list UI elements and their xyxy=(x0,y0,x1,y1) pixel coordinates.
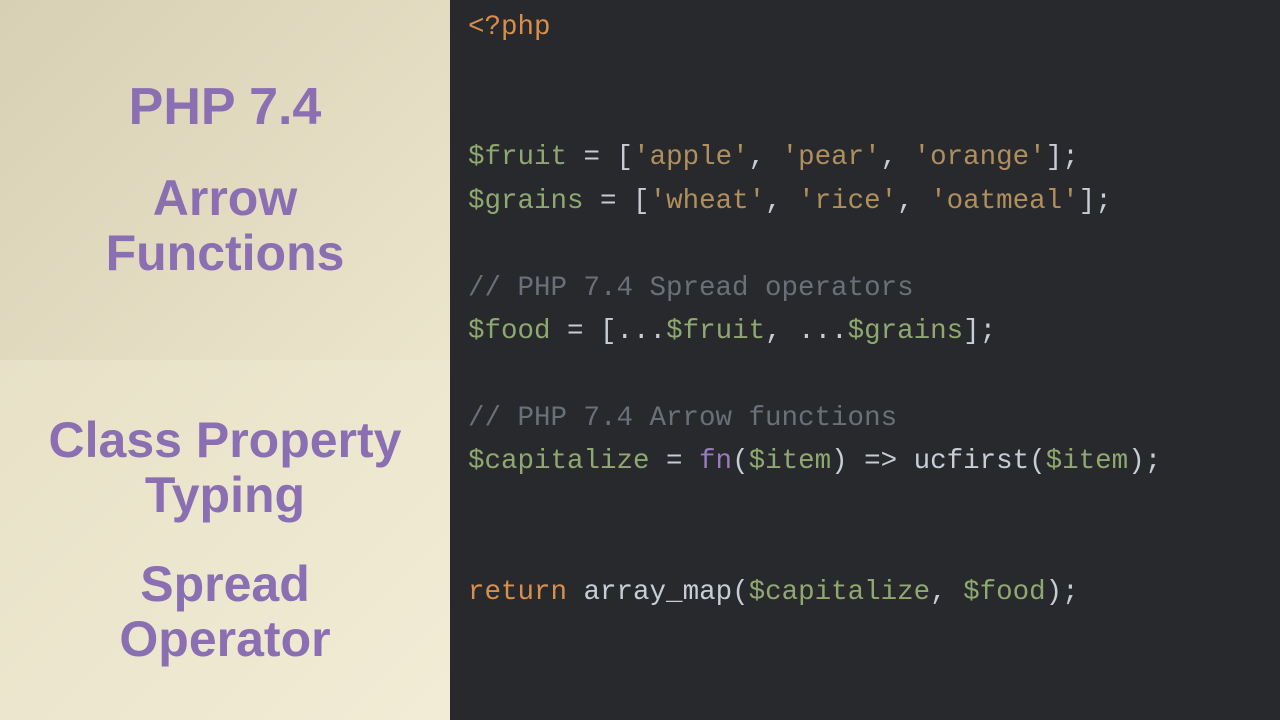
sidebar-bottom-subtitle: SpreadOperator xyxy=(119,557,330,667)
sidebar-panel-bottom: Class PropertyTyping SpreadOperator xyxy=(0,360,450,720)
code-fn-arraymap: array_map xyxy=(584,577,733,608)
code-var-food: $food xyxy=(468,316,551,347)
code-open-tag: <?php xyxy=(468,12,551,43)
code-var-fruit: $fruit xyxy=(468,142,567,173)
sidebar-top-subtitle: ArrowFunctions xyxy=(106,171,345,281)
code-var-capitalize: $capitalize xyxy=(468,446,650,477)
code-keyword-return: return xyxy=(468,577,567,608)
code-keyword-fn: fn xyxy=(699,446,732,477)
code-comment-arrow: // PHP 7.4 Arrow functions xyxy=(468,403,897,434)
sidebar-bottom-title: Class PropertyTyping xyxy=(49,413,402,523)
sidebar: PHP 7.4 ArrowFunctions Class PropertyTyp… xyxy=(0,0,450,720)
code-comment-spread: // PHP 7.4 Spread operators xyxy=(468,273,914,304)
code-editor[interactable]: <?php $fruit = ['apple', 'pear', 'orange… xyxy=(450,0,1280,720)
sidebar-top-title: PHP 7.4 xyxy=(129,79,322,136)
code-fn-ucfirst: ucfirst xyxy=(914,446,1030,477)
sidebar-panel-top: PHP 7.4 ArrowFunctions xyxy=(0,0,450,360)
code-var-grains: $grains xyxy=(468,186,584,217)
